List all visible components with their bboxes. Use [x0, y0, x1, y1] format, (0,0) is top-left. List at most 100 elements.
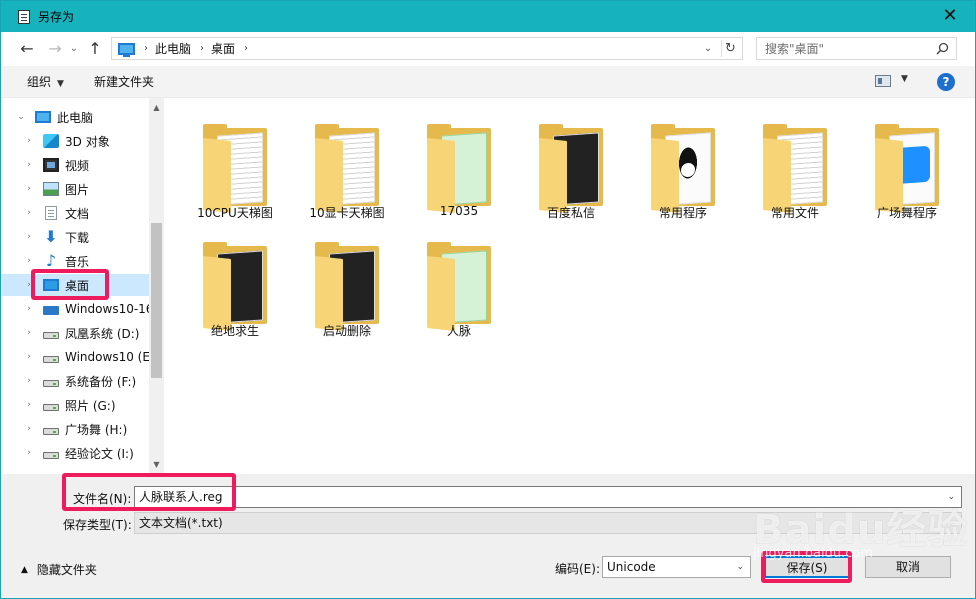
filetype-select[interactable]: 文本文档(*.txt) ⌄ [134, 512, 962, 534]
expand-chevron-icon[interactable]: › [23, 184, 35, 194]
expand-chevron-icon[interactable]: › [23, 280, 35, 290]
folder-label: 人脉 [446, 324, 471, 338]
address-dropdown-chevron-icon[interactable]: ⌄ [700, 40, 716, 57]
3d-objects-icon [43, 134, 59, 148]
filetype-label: 保存类型(T): [63, 518, 132, 532]
drive-icon [43, 428, 59, 435]
folder-item[interactable]: 启动删除 [293, 230, 401, 344]
folder-item[interactable]: 17035 [405, 112, 513, 226]
scroll-up-arrow-icon[interactable]: ▲ [149, 100, 164, 115]
folder-icon [427, 242, 491, 331]
help-icon[interactable]: ? [937, 73, 955, 91]
chevron-down-icon[interactable]: ⌄ [736, 557, 744, 577]
chevron-down-icon[interactable]: ⌄ [947, 513, 955, 533]
cancel-button[interactable]: 取消 [865, 556, 951, 578]
nav-item-drive-h[interactable]: › 广场舞 (H:) [1, 418, 149, 440]
expand-chevron-icon[interactable]: › [23, 160, 35, 170]
folder-item[interactable]: 广场舞程序 [853, 112, 961, 226]
recent-locations-chevron-icon[interactable]: ⌄ [67, 37, 81, 61]
nav-item-documents[interactable]: › 文档 [1, 202, 149, 224]
nav-item-drive-e[interactable]: › Windows10 (E:) [1, 346, 149, 368]
expand-chevron-icon[interactable]: › [23, 448, 35, 458]
filename-input[interactable]: 人脉联系人.reg ⌄ [134, 486, 962, 508]
folder-item[interactable]: 绝地求生 [181, 230, 289, 344]
change-view-icon[interactable] [875, 75, 891, 87]
refresh-icon[interactable]: ↻ [721, 40, 739, 57]
breadcrumb-separator-icon[interactable]: › [144, 43, 148, 54]
command-bar: 组织 ▼ 新建文件夹 ▼ ? [1, 66, 975, 98]
save-button[interactable]: 保存(S) [764, 556, 850, 578]
hide-folders-label: 隐藏文件夹 [36, 563, 97, 577]
breadcrumb-desktop[interactable]: 桌面 [211, 40, 235, 57]
scrollbar-thumb[interactable] [151, 223, 162, 378]
nav-item-label: 文档 [65, 206, 90, 221]
address-row: ← → ⌄ ↑ › 此电脑 › 桌面 › ⌄ ↻ 搜索"桌面" [1, 32, 975, 66]
nav-item-label: 此电脑 [57, 110, 94, 125]
nav-item-label: Windows10 (E:) [65, 350, 149, 364]
expand-chevron-icon[interactable]: › [23, 376, 35, 386]
close-button[interactable]: ✕ [935, 5, 965, 27]
encoding-select[interactable]: Unicode ⌄ [602, 556, 751, 578]
organize-button[interactable]: 组织 ▼ [27, 73, 64, 90]
folder-label: 10显卡天梯图 [309, 206, 385, 220]
expand-chevron-icon[interactable]: › [23, 208, 35, 218]
save-options-panel: 文件名(N): 人脉联系人.reg ⌄ 保存类型(T): 文本文档(*.txt)… [1, 474, 975, 598]
nav-item-videos[interactable]: › 视频 [1, 154, 149, 176]
nav-item-this-pc[interactable]: ⌄ 此电脑 [1, 106, 149, 128]
search-icon[interactable] [936, 42, 949, 55]
folder-icon [539, 124, 603, 213]
breadcrumb-this-pc[interactable]: 此电脑 [155, 40, 191, 57]
folder-item[interactable]: 百度私信 [517, 112, 625, 226]
caret-up-icon: ▲ [21, 564, 28, 575]
folder-label: 广场舞程序 [876, 206, 937, 220]
encoding-value: Unicode [607, 560, 656, 574]
nav-item-desktop[interactable]: › 桌面 [1, 274, 149, 296]
expand-chevron-icon[interactable]: ⌄ [15, 112, 27, 122]
download-icon: ⬇ [44, 227, 58, 246]
scroll-down-arrow-icon[interactable]: ▼ [149, 457, 164, 472]
expand-chevron-icon[interactable]: › [23, 352, 35, 362]
nav-item-drive-g[interactable]: › 照片 (G:) [1, 394, 149, 416]
new-folder-button[interactable]: 新建文件夹 [94, 73, 154, 90]
up-button[interactable]: ↑ [83, 37, 107, 61]
breadcrumb-separator-icon[interactable]: › [200, 43, 204, 54]
nav-item-drive-i[interactable]: › 经验论文 (I:) [1, 442, 149, 464]
expand-chevron-icon[interactable]: › [23, 400, 35, 410]
nav-scrollbar[interactable]: ▲ ▼ [149, 98, 164, 474]
folder-item[interactable]: 人脉 [405, 230, 513, 344]
nav-item-3d-objects[interactable]: › 3D 对象 [1, 130, 149, 152]
folder-icon [875, 124, 939, 213]
expand-chevron-icon[interactable]: › [23, 328, 35, 338]
search-placeholder: 搜索"桌面" [765, 42, 825, 56]
nav-item-label: Windows10-1629 [65, 302, 149, 316]
view-options-caret-icon[interactable]: ▼ [901, 74, 908, 84]
nav-item-drive-d[interactable]: › 凤凰系统 (D:) [1, 322, 149, 344]
folder-label: 17035 [439, 204, 479, 218]
breadcrumb-separator-icon[interactable]: › [244, 43, 248, 54]
notepad-icon [18, 9, 30, 24]
nav-item-drive-f[interactable]: › 系统备份 (F:) [1, 370, 149, 392]
address-bar[interactable]: › 此电脑 › 桌面 › ⌄ ↻ [111, 37, 743, 60]
nav-item-music[interactable]: › ♪ 音乐 [1, 250, 149, 272]
drive-icon [43, 452, 59, 459]
folder-item[interactable]: 10CPU天梯图 [181, 112, 289, 226]
forward-button[interactable]: → [43, 37, 67, 61]
expand-chevron-icon[interactable]: › [23, 136, 35, 146]
expand-chevron-icon[interactable]: › [23, 424, 35, 434]
nav-item-downloads[interactable]: › ⬇ 下载 [1, 226, 149, 248]
nav-item-pictures[interactable]: › 图片 [1, 178, 149, 200]
expand-chevron-icon[interactable]: › [23, 256, 35, 266]
filetype-value: 文本文档(*.txt) [139, 516, 223, 530]
hide-folders-button[interactable]: ▲ 隐藏文件夹 [21, 561, 97, 578]
folder-item[interactable]: 常用程序 [629, 112, 737, 226]
expand-chevron-icon[interactable]: › [23, 232, 35, 242]
drive-icon [43, 356, 59, 363]
computer-icon [118, 42, 135, 57]
nav-item-network-pc[interactable]: › Windows10-1629 [1, 298, 149, 320]
folder-item[interactable]: 常用文件 [741, 112, 849, 226]
search-box[interactable]: 搜索"桌面" [756, 37, 957, 60]
back-button[interactable]: ← [15, 37, 39, 61]
folder-item[interactable]: 10显卡天梯图 [293, 112, 401, 226]
expand-chevron-icon[interactable]: › [23, 304, 35, 314]
chevron-down-icon[interactable]: ⌄ [947, 487, 955, 507]
